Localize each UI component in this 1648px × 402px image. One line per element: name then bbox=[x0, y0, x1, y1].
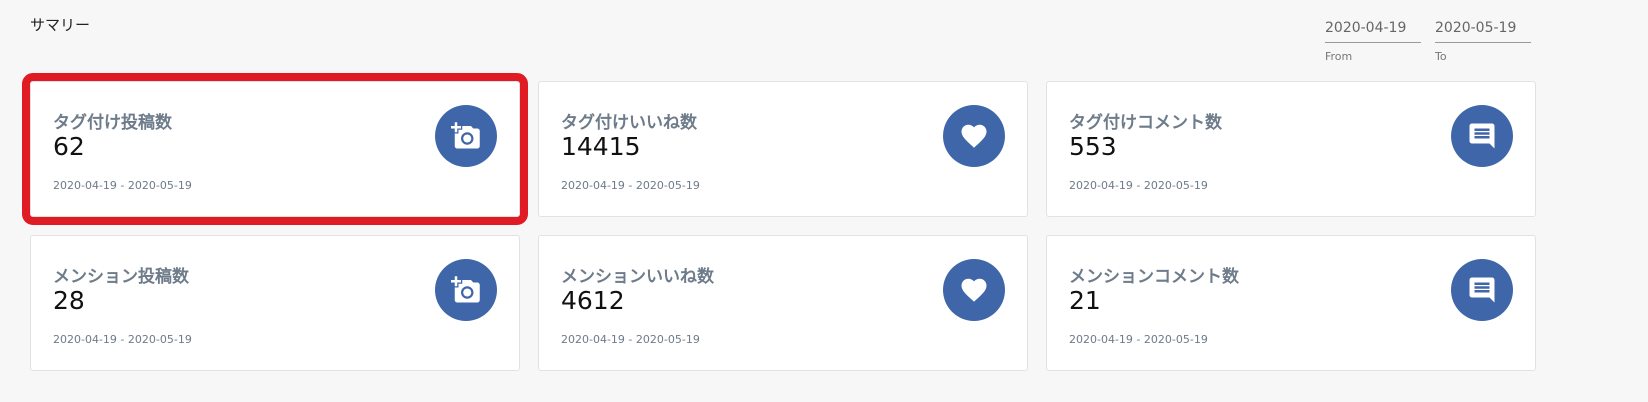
card-title: タグ付けコメント数 bbox=[1069, 113, 1222, 133]
card-value: 4612 bbox=[561, 286, 625, 315]
card-title: メンションいいね数 bbox=[561, 267, 714, 287]
card-mention-posts[interactable]: メンション投稿数 28 2020-04-19 - 2020-05-19 bbox=[30, 235, 520, 371]
date-from-input[interactable] bbox=[1325, 20, 1421, 43]
heart-icon bbox=[943, 259, 1005, 321]
add-photo-icon bbox=[435, 259, 497, 321]
comment-icon bbox=[1451, 259, 1513, 321]
card-title: メンション投稿数 bbox=[53, 267, 189, 287]
date-to-input[interactable] bbox=[1435, 20, 1531, 43]
card-date-range: 2020-04-19 - 2020-05-19 bbox=[53, 179, 192, 192]
date-from-label: From bbox=[1325, 50, 1353, 63]
add-photo-icon bbox=[435, 105, 497, 167]
heart-icon bbox=[943, 105, 1005, 167]
card-tagged-comments[interactable]: タグ付けコメント数 553 2020-04-19 - 2020-05-19 bbox=[1046, 81, 1536, 217]
date-from-field[interactable]: From bbox=[1325, 20, 1421, 63]
date-to-label: To bbox=[1435, 50, 1447, 63]
card-tagged-posts[interactable]: タグ付け投稿数 62 2020-04-19 - 2020-05-19 bbox=[22, 73, 528, 225]
card-value: 21 bbox=[1069, 286, 1101, 315]
card-value: 553 bbox=[1069, 132, 1117, 161]
date-to-field[interactable]: To bbox=[1435, 20, 1531, 63]
page-title: サマリー bbox=[30, 16, 91, 34]
card-title: タグ付け投稿数 bbox=[53, 113, 172, 133]
card-date-range: 2020-04-19 - 2020-05-19 bbox=[53, 333, 192, 346]
card-date-range: 2020-04-19 - 2020-05-19 bbox=[561, 333, 700, 346]
card-tagged-likes[interactable]: タグ付けいいね数 14415 2020-04-19 - 2020-05-19 bbox=[538, 81, 1028, 217]
card-date-range: 2020-04-19 - 2020-05-19 bbox=[1069, 333, 1208, 346]
card-title: タグ付けいいね数 bbox=[561, 113, 697, 133]
card-date-range: 2020-04-19 - 2020-05-19 bbox=[561, 179, 700, 192]
card-date-range: 2020-04-19 - 2020-05-19 bbox=[1069, 179, 1208, 192]
card-title: メンションコメント数 bbox=[1069, 267, 1239, 287]
card-value: 28 bbox=[53, 286, 85, 315]
card-value: 14415 bbox=[561, 132, 641, 161]
card-value: 62 bbox=[53, 132, 85, 161]
comment-icon bbox=[1451, 105, 1513, 167]
card-mention-comments[interactable]: メンションコメント数 21 2020-04-19 - 2020-05-19 bbox=[1046, 235, 1536, 371]
card-mention-likes[interactable]: メンションいいね数 4612 2020-04-19 - 2020-05-19 bbox=[538, 235, 1028, 371]
